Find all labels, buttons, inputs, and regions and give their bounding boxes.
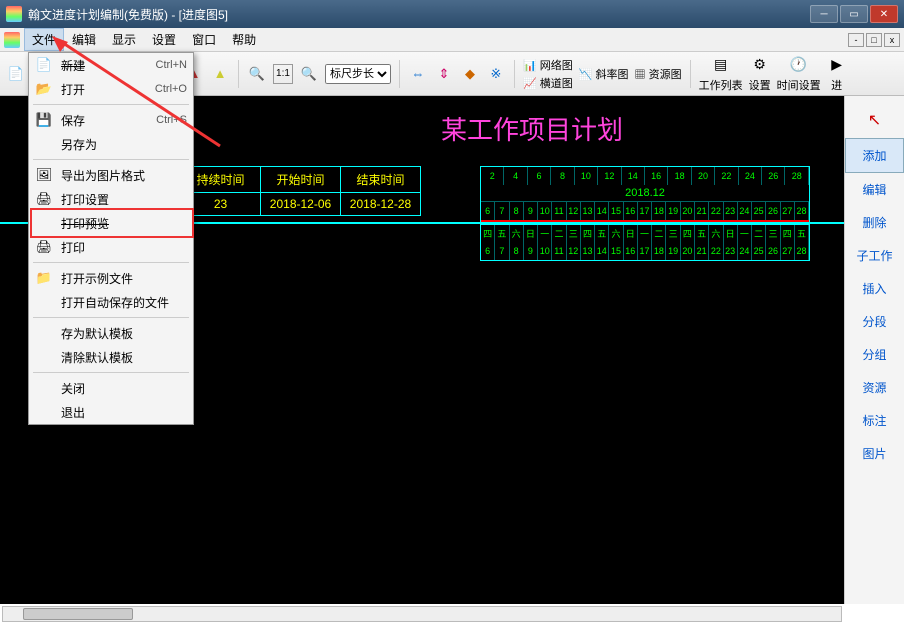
view-gantt-button[interactable]: 📈 横道图 bbox=[523, 75, 573, 91]
menu-item-1[interactable]: 编辑 bbox=[64, 28, 104, 51]
toolbar-btn[interactable]: ▲ bbox=[210, 64, 230, 84]
cell-end: 2018-12-28 bbox=[341, 193, 421, 216]
file-menu-dropdown: 📄新建Ctrl+N📂打开Ctrl+O💾保存Ctrl+S另存为🖼导出为图片格式🖨打… bbox=[28, 52, 194, 425]
settings-button[interactable]: ⚙设置 bbox=[749, 55, 771, 93]
menu-item[interactable]: 另存为 bbox=[29, 132, 193, 156]
menubar: 文件编辑显示设置窗口帮助 - □ x bbox=[0, 28, 904, 52]
view-resource-button[interactable]: ▦ 资源图 bbox=[635, 66, 682, 82]
ruler-step-select[interactable]: 标尺步长 bbox=[325, 64, 391, 84]
mdi-restore-button[interactable]: □ bbox=[866, 33, 882, 47]
window-controls: ─ ▭ ✕ bbox=[810, 5, 898, 23]
menu-item[interactable]: 🖼导出为图片格式 bbox=[29, 163, 193, 187]
sidebar-item[interactable]: 标注 bbox=[845, 404, 904, 437]
time-settings-button[interactable]: 🕐时间设置 bbox=[777, 55, 821, 93]
menu-item[interactable]: 📄新建Ctrl+N bbox=[29, 53, 193, 77]
menu-item[interactable]: 💾保存Ctrl+S bbox=[29, 108, 193, 132]
minimize-button[interactable]: ─ bbox=[810, 5, 838, 23]
mdi-close-button[interactable]: x bbox=[884, 33, 900, 47]
sidebar-item[interactable]: 插入 bbox=[845, 272, 904, 305]
worklist-button[interactable]: ▤工作列表 bbox=[699, 55, 743, 93]
window-titlebar: 翰文进度计划编制(免费版) - [进度图5] ─ ▭ ✕ bbox=[0, 0, 904, 28]
menu-item[interactable]: 打印预览 bbox=[29, 211, 193, 235]
toolbar-btn[interactable]: ⇕ bbox=[434, 64, 454, 84]
close-button[interactable]: ✕ bbox=[870, 5, 898, 23]
sidebar-item[interactable]: 分段 bbox=[845, 305, 904, 338]
sidebar-item[interactable]: 添加 bbox=[845, 138, 904, 173]
toolbar-btn[interactable]: 📄 bbox=[6, 64, 26, 84]
mdi-controls: - □ x bbox=[848, 33, 900, 47]
sidebar-item[interactable]: 资源 bbox=[845, 371, 904, 404]
timeline-month: 2018.12 bbox=[481, 185, 809, 202]
view-tilt-button[interactable]: 📉 斜率图 bbox=[579, 66, 629, 82]
toolbar-btn[interactable]: ※ bbox=[486, 64, 506, 84]
menu-item-5[interactable]: 帮助 bbox=[224, 28, 264, 51]
sidebar-item[interactable]: 图片 bbox=[845, 437, 904, 470]
menu-item-2[interactable]: 显示 bbox=[104, 28, 144, 51]
menu-item[interactable]: 📁打开示例文件 bbox=[29, 266, 193, 290]
app-icon bbox=[6, 6, 22, 22]
right-sidebar: ↖ 添加编辑删除子工作插入分段分组资源标注图片 bbox=[844, 96, 904, 604]
col-start: 开始时间 bbox=[261, 167, 341, 193]
sidebar-item[interactable]: 删除 bbox=[845, 206, 904, 239]
menu-item[interactable]: 关闭 bbox=[29, 376, 193, 400]
toolbar-btn[interactable]: ⇔ bbox=[408, 64, 428, 84]
menu-item[interactable]: 📂打开Ctrl+O bbox=[29, 77, 193, 101]
cell-start: 2018-12-06 bbox=[261, 193, 341, 216]
zoom-in-button[interactable]: 🔍 bbox=[299, 64, 319, 84]
app-icon-small bbox=[4, 32, 20, 48]
menu-item[interactable]: 🖨打印设置 bbox=[29, 187, 193, 211]
menu-item[interactable]: 退出 bbox=[29, 400, 193, 424]
menu-item-3[interactable]: 设置 bbox=[144, 28, 184, 51]
sidebar-item[interactable]: 子工作 bbox=[845, 239, 904, 272]
horizontal-scrollbar[interactable] bbox=[2, 606, 842, 622]
menu-item[interactable]: 存为默认模板 bbox=[29, 321, 193, 345]
sidebar-item[interactable]: 编辑 bbox=[845, 173, 904, 206]
maximize-button[interactable]: ▭ bbox=[840, 5, 868, 23]
menu-item[interactable]: 打开自动保存的文件 bbox=[29, 290, 193, 314]
menu-item[interactable]: 清除默认模板 bbox=[29, 345, 193, 369]
menu-item-0[interactable]: 文件 bbox=[24, 28, 64, 51]
zoom-fit-button[interactable]: 1:1 bbox=[273, 64, 293, 84]
zoom-out-button[interactable]: 🔍 bbox=[247, 64, 267, 84]
mdi-minimize-button[interactable]: - bbox=[848, 33, 864, 47]
more-button[interactable]: ▶进 bbox=[827, 55, 847, 93]
menu-item-4[interactable]: 窗口 bbox=[184, 28, 224, 51]
sidebar-item[interactable]: 分组 bbox=[845, 338, 904, 371]
window-title: 翰文进度计划编制(免费版) - [进度图5] bbox=[28, 6, 228, 23]
toolbar-btn[interactable]: ◆ bbox=[460, 64, 480, 84]
menu-item[interactable]: 🖨打印 bbox=[29, 235, 193, 259]
cursor-tool[interactable]: ↖ bbox=[845, 102, 904, 138]
col-end: 结束时间 bbox=[341, 167, 421, 193]
view-network-button[interactable]: 📊 网络图 bbox=[523, 57, 573, 73]
